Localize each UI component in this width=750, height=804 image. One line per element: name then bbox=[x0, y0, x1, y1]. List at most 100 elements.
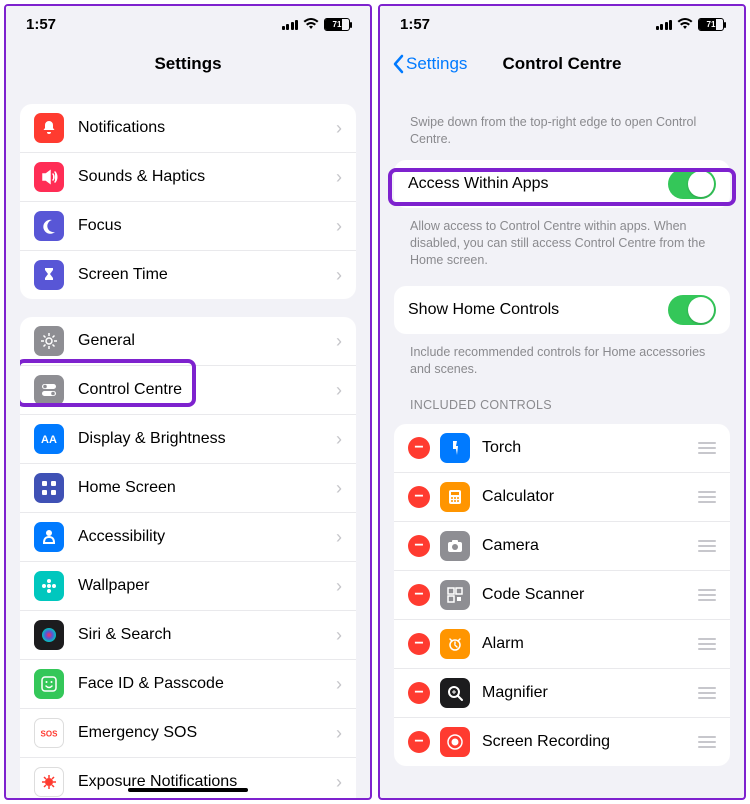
row-label: Screen Time bbox=[78, 266, 336, 284]
settings-row-general[interactable]: General› bbox=[20, 317, 356, 365]
included-control-calculator[interactable]: − Calculator bbox=[394, 472, 730, 521]
back-label: Settings bbox=[406, 54, 467, 74]
remove-button[interactable]: − bbox=[408, 535, 430, 557]
show-home-controls-row[interactable]: Show Home Controls bbox=[394, 286, 730, 334]
footer-home: Include recommended controls for Home ac… bbox=[394, 340, 730, 378]
drag-handle-icon[interactable] bbox=[696, 491, 716, 503]
chevron-right-icon: › bbox=[336, 429, 342, 450]
show-home-controls-toggle[interactable] bbox=[668, 295, 716, 325]
speaker-icon bbox=[34, 162, 64, 192]
chevron-right-icon: › bbox=[336, 331, 342, 352]
included-controls-header: INCLUDED CONTROLS bbox=[394, 378, 730, 418]
drag-handle-icon[interactable] bbox=[696, 687, 716, 699]
included-control-torch[interactable]: − Torch bbox=[394, 424, 730, 472]
status-bar: 1:57 71 bbox=[380, 6, 744, 42]
record-icon bbox=[440, 727, 470, 757]
switches-icon bbox=[34, 375, 64, 405]
chevron-right-icon: › bbox=[336, 380, 342, 401]
siri-icon bbox=[34, 620, 64, 650]
chevron-right-icon: › bbox=[336, 772, 342, 793]
drag-handle-icon[interactable] bbox=[696, 442, 716, 454]
gear-icon bbox=[34, 326, 64, 356]
nav-bar: Settings bbox=[6, 42, 370, 86]
included-control-alarm[interactable]: − Alarm bbox=[394, 619, 730, 668]
chevron-right-icon: › bbox=[336, 723, 342, 744]
row-label: Home Screen bbox=[78, 479, 336, 497]
row-label: Face ID & Passcode bbox=[78, 675, 336, 693]
settings-screen: 1:57 71 Settings Notifications›Sounds & … bbox=[4, 4, 372, 800]
camera-icon bbox=[440, 531, 470, 561]
remove-button[interactable]: − bbox=[408, 633, 430, 655]
included-control-camera[interactable]: − Camera bbox=[394, 521, 730, 570]
alarm-icon bbox=[440, 629, 470, 659]
row-label: Show Home Controls bbox=[408, 301, 668, 319]
included-control-screen-recording[interactable]: −Screen Recording bbox=[394, 717, 730, 766]
included-control-code-scanner[interactable]: − Code Scanner bbox=[394, 570, 730, 619]
control-centre-screen: 1:57 71 Settings Control Centre Swipe do… bbox=[378, 4, 746, 800]
settings-row-screen-time[interactable]: Screen Time› bbox=[20, 250, 356, 299]
settings-row-emergency-sos[interactable]: SOSEmergency SOS› bbox=[20, 708, 356, 757]
signal-icon bbox=[656, 19, 673, 30]
chevron-right-icon: › bbox=[336, 118, 342, 139]
more-controls-header: MORE CONTROLS bbox=[394, 784, 730, 798]
page-title: Settings bbox=[154, 54, 221, 74]
row-label: Alarm bbox=[482, 635, 696, 653]
row-label: Wallpaper bbox=[78, 577, 336, 595]
remove-button[interactable]: − bbox=[408, 731, 430, 753]
drag-handle-icon[interactable] bbox=[696, 736, 716, 748]
row-label: Sounds & Haptics bbox=[78, 168, 336, 186]
row-label: Calculator bbox=[482, 488, 696, 506]
included-control-magnifier[interactable]: − Magnifier bbox=[394, 668, 730, 717]
settings-row-sounds-haptics[interactable]: Sounds & Haptics› bbox=[20, 152, 356, 201]
settings-row-control-centre[interactable]: Control Centre› bbox=[20, 365, 356, 414]
row-label: Code Scanner bbox=[482, 586, 696, 604]
row-label: Magnifier bbox=[482, 684, 696, 702]
moon-icon bbox=[34, 211, 64, 241]
remove-button[interactable]: − bbox=[408, 437, 430, 459]
row-label: Display & Brightness bbox=[78, 430, 336, 448]
bell-icon bbox=[34, 113, 64, 143]
drag-handle-icon[interactable] bbox=[696, 638, 716, 650]
virus-icon bbox=[34, 767, 64, 797]
row-label: Torch bbox=[482, 439, 696, 457]
aa-icon: AA bbox=[34, 424, 64, 454]
chevron-right-icon: › bbox=[336, 265, 342, 286]
settings-row-siri-search[interactable]: Siri & Search› bbox=[20, 610, 356, 659]
wifi-icon bbox=[303, 18, 319, 30]
back-button[interactable]: Settings bbox=[392, 54, 467, 74]
settings-row-home-screen[interactable]: Home Screen› bbox=[20, 463, 356, 512]
battery-icon: 71 bbox=[324, 18, 350, 31]
settings-row-wallpaper[interactable]: Wallpaper› bbox=[20, 561, 356, 610]
status-bar: 1:57 71 bbox=[6, 6, 370, 42]
remove-button[interactable]: − bbox=[408, 486, 430, 508]
grid-icon bbox=[34, 473, 64, 503]
hourglass-icon bbox=[34, 260, 64, 290]
drag-handle-icon[interactable] bbox=[696, 540, 716, 552]
settings-row-face-id-passcode[interactable]: Face ID & Passcode› bbox=[20, 659, 356, 708]
remove-button[interactable]: − bbox=[408, 584, 430, 606]
row-label: Siri & Search bbox=[78, 626, 336, 644]
drag-handle-icon[interactable] bbox=[696, 589, 716, 601]
intro-text: Swipe down from the top-right edge to op… bbox=[394, 110, 730, 148]
footer-access: Allow access to Control Centre within ap… bbox=[394, 214, 730, 269]
chevron-right-icon: › bbox=[336, 478, 342, 499]
access-within-apps-toggle[interactable] bbox=[668, 169, 716, 199]
svg-text:AA: AA bbox=[41, 434, 57, 446]
sos-icon: SOS bbox=[34, 718, 64, 748]
svg-text:SOS: SOS bbox=[41, 730, 58, 739]
face-icon bbox=[34, 669, 64, 699]
row-label: Access Within Apps bbox=[408, 175, 668, 193]
row-label: Control Centre bbox=[78, 381, 336, 399]
chevron-left-icon bbox=[392, 54, 404, 74]
settings-row-notifications[interactable]: Notifications› bbox=[20, 104, 356, 152]
settings-row-focus[interactable]: Focus› bbox=[20, 201, 356, 250]
chevron-right-icon: › bbox=[336, 625, 342, 646]
nav-bar: Settings Control Centre bbox=[380, 42, 744, 86]
remove-button[interactable]: − bbox=[408, 682, 430, 704]
settings-row-display-brightness[interactable]: AA Display & Brightness› bbox=[20, 414, 356, 463]
settings-row-accessibility[interactable]: Accessibility› bbox=[20, 512, 356, 561]
status-time: 1:57 bbox=[400, 16, 430, 33]
chevron-right-icon: › bbox=[336, 527, 342, 548]
row-label: Camera bbox=[482, 537, 696, 555]
access-within-apps-row[interactable]: Access Within Apps bbox=[394, 160, 730, 208]
